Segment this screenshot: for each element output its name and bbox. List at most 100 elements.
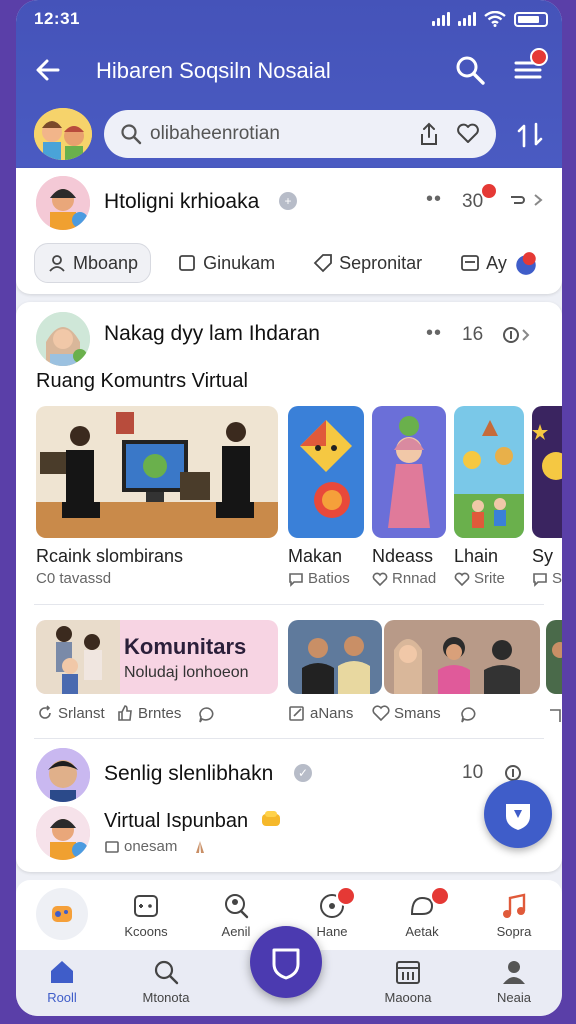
app-bar: Hibaren Soqsiln Nosaial bbox=[16, 44, 562, 96]
komunitas-banner[interactable]: Komunitars Noludaj lonhoeon bbox=[36, 620, 278, 694]
thumb-5[interactable] bbox=[532, 406, 562, 538]
divider bbox=[34, 604, 544, 605]
post2-avatar[interactable] bbox=[36, 312, 90, 366]
thumb-2-sub-label: Batios bbox=[308, 570, 350, 587]
action-share-left[interactable]: Srlanst bbox=[36, 704, 105, 722]
back-arrow-icon[interactable] bbox=[34, 56, 62, 84]
photo-1[interactable] bbox=[288, 620, 382, 694]
nav-rooll[interactable]: Rooll bbox=[30, 958, 94, 1005]
bookmark-icon[interactable] bbox=[548, 706, 562, 724]
nav-badge bbox=[430, 886, 450, 906]
action-smans[interactable]: Smans bbox=[372, 704, 441, 722]
post3-line2-label: onesam bbox=[124, 838, 178, 855]
views-icon[interactable] bbox=[502, 326, 532, 344]
photo-3[interactable] bbox=[546, 620, 562, 694]
thumb-4-sub-label: Srite bbox=[474, 570, 505, 587]
post3-sub-avatar[interactable] bbox=[36, 806, 90, 860]
search-person-icon bbox=[225, 894, 249, 919]
search-icon[interactable] bbox=[454, 54, 486, 86]
action-anans[interactable]: aNans bbox=[288, 704, 353, 722]
divider bbox=[34, 738, 544, 739]
nav-maoona[interactable]: Maoona bbox=[376, 958, 440, 1005]
tag-icon bbox=[313, 254, 332, 273]
reply-icon[interactable] bbox=[508, 191, 526, 209]
thumb-4[interactable] bbox=[454, 406, 524, 538]
floating-action-button[interactable] bbox=[484, 780, 552, 848]
thumb-3[interactable] bbox=[372, 406, 446, 538]
thumb-1-sub: C0 tavassd bbox=[36, 570, 112, 587]
chevron-right-icon[interactable] bbox=[532, 193, 544, 207]
menu-badge bbox=[530, 48, 548, 66]
menu-button[interactable] bbox=[512, 48, 548, 86]
friends-photo-image bbox=[288, 620, 382, 694]
post2-title: Nakag dyy lam Ihdaran bbox=[104, 322, 320, 345]
share-icon[interactable] bbox=[418, 122, 440, 146]
komunitas-title: Komunitars bbox=[124, 634, 247, 659]
search-icon bbox=[154, 960, 179, 985]
chip-sepronitar[interactable]: Sepronitar bbox=[301, 243, 434, 283]
heart-icon[interactable] bbox=[456, 122, 480, 144]
comment-icon bbox=[533, 572, 547, 587]
chip-label: Mboanp bbox=[73, 252, 139, 273]
post3-avatar[interactable] bbox=[36, 748, 90, 802]
nav-aetak[interactable]: Aetak bbox=[390, 886, 454, 939]
nav-neaia[interactable]: Neaia bbox=[482, 958, 546, 1005]
nav-mtonota[interactable]: Mtonota bbox=[134, 958, 198, 1005]
signal-icon bbox=[432, 12, 450, 26]
avatar-image bbox=[36, 312, 90, 366]
thumb-3-sub: Rnnad bbox=[372, 570, 436, 587]
thumb-1[interactable] bbox=[36, 406, 278, 538]
nav-home-avatar[interactable] bbox=[36, 888, 88, 940]
post1-title: Htoligni krhioaka bbox=[104, 190, 260, 213]
post2-subtitle: Ruang Komuntrs Virtual bbox=[36, 370, 248, 392]
heart-icon bbox=[454, 572, 470, 586]
shield-icon bbox=[506, 804, 530, 830]
thumb-2[interactable] bbox=[288, 406, 364, 538]
app-title: Hibaren Soqsiln Nosaial bbox=[96, 58, 331, 83]
verified-icon: ✓ bbox=[294, 764, 312, 782]
music-note-icon bbox=[503, 893, 526, 918]
post3-line1: Virtual Ispunban bbox=[104, 810, 249, 832]
heart-icon bbox=[372, 572, 388, 586]
cartoon-kids-image bbox=[34, 108, 92, 160]
nav-kcoons[interactable]: Kcoons bbox=[114, 892, 178, 939]
cartoon-village-image bbox=[454, 406, 524, 538]
status-bar: 12:31 bbox=[34, 8, 548, 30]
sort-icon[interactable] bbox=[516, 122, 544, 148]
group-avatar[interactable] bbox=[34, 108, 92, 160]
thumb-5-caption: Sy bbox=[532, 546, 554, 566]
thumb-2-caption: Makan bbox=[288, 546, 343, 566]
thumb-3-sub-label: Rnnad bbox=[392, 570, 437, 587]
nav-sopra[interactable]: Sopra bbox=[482, 892, 546, 939]
post-card-2: Nakag dyy lam Ihdaran •• 16 Ruang Komunt… bbox=[16, 302, 562, 872]
thumb-5-sub-label: S bbox=[552, 570, 562, 587]
comment-icon[interactable] bbox=[198, 706, 216, 724]
more-dots-icon[interactable]: •• bbox=[426, 322, 442, 345]
comment-icon[interactable] bbox=[460, 706, 478, 724]
post2-count: 16 bbox=[462, 324, 484, 345]
photo-2[interactable] bbox=[384, 620, 540, 694]
search-input[interactable]: olibaheenrotian bbox=[104, 110, 496, 158]
more-dots-icon[interactable]: •• bbox=[426, 188, 442, 211]
gold-emoji-icon bbox=[262, 811, 280, 826]
post1-avatar[interactable] bbox=[36, 176, 90, 230]
post3-count: 10 bbox=[462, 762, 484, 783]
action-brntes[interactable]: Brntes bbox=[116, 704, 181, 722]
kids-gaming-image bbox=[36, 406, 278, 538]
home-icon bbox=[51, 961, 73, 983]
chip-mboanp[interactable]: Mboanp bbox=[34, 243, 152, 283]
color-dot-icon bbox=[516, 252, 536, 275]
chip-ginukam[interactable]: Ginukam bbox=[165, 243, 287, 283]
post1-count-badge bbox=[480, 182, 498, 200]
center-create-button[interactable] bbox=[250, 926, 322, 998]
nav-label: Maoona bbox=[384, 990, 432, 1005]
post3-line2: onesam bbox=[104, 838, 209, 855]
user-icon bbox=[49, 255, 65, 272]
chip-ay[interactable]: Ay bbox=[448, 243, 551, 283]
status-icons bbox=[432, 11, 548, 27]
game-controller-icon bbox=[52, 906, 72, 922]
nav-label: Mtonota bbox=[142, 990, 190, 1005]
cartoon-game-image bbox=[288, 406, 364, 538]
top-app-bar: 12:31 Hibaren Soqsiln Nosaial olibaheenr… bbox=[16, 0, 562, 168]
verified-icon: + bbox=[279, 192, 297, 210]
